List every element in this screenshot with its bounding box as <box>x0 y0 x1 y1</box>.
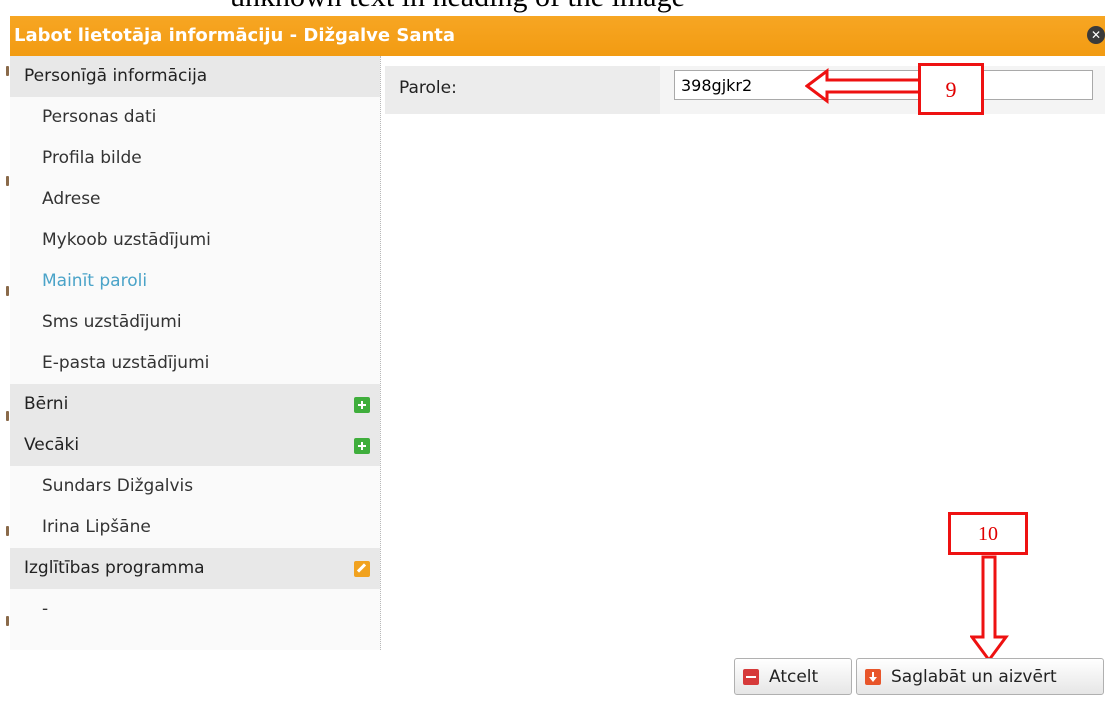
callout-9-label: 9 <box>945 77 957 102</box>
sidebar-item-label: Personas dati <box>42 107 157 127</box>
sidebar-item-label: - <box>42 599 49 619</box>
callout-10: 10 <box>948 512 1028 555</box>
password-label: Parole: <box>399 78 457 98</box>
edit-program-icon[interactable] <box>354 561 370 577</box>
section-label: Personīgā informācija <box>24 66 208 86</box>
sidebar-item-label: Irina Lipšāne <box>42 517 151 537</box>
sidebar-item-mykoob-settings[interactable]: Mykoob uzstādījumi <box>10 220 380 261</box>
section-label: Izglītības programma <box>24 558 205 578</box>
dialog-titlebar: Labot lietotāja informāciju - Dižgalve S… <box>10 16 1105 56</box>
sidebar-item-label: E-pasta uzstādījumi <box>42 353 210 373</box>
sidebar-item-change-password[interactable]: Mainīt paroli <box>10 261 380 302</box>
save-and-close-label: Saglabāt un aizvērt <box>891 667 1057 687</box>
section-parents[interactable]: Vecāki <box>10 425 380 466</box>
sidebar-item-label: Profila bilde <box>42 148 142 168</box>
sidebar-item-email-settings[interactable]: E-pasta uzstādījumi <box>10 343 380 384</box>
callout-10-label: 10 <box>978 523 998 545</box>
sidebar-item-label: Sms uzstādījumi <box>42 312 182 332</box>
callout-arrow-10 <box>970 555 1009 663</box>
add-child-plus-icon[interactable] <box>354 397 370 413</box>
sidebar-item-parent[interactable]: Sundars Dižgalvis <box>10 466 380 507</box>
save-download-icon <box>865 669 881 685</box>
section-label: Bērni <box>24 394 69 414</box>
close-icon[interactable]: ✕ <box>1087 26 1105 44</box>
section-children[interactable]: Bērni <box>10 384 380 425</box>
sidebar-item-label: Mainīt paroli <box>42 271 148 291</box>
sidebar-item-parent[interactable]: Irina Lipšāne <box>10 507 380 548</box>
sidebar-item-adrese[interactable]: Adrese <box>10 179 380 220</box>
sidebar-item-label: Sundars Dižgalvis <box>42 476 194 496</box>
sidebar-item-program: - <box>10 589 380 630</box>
sidebar-item-sms-settings[interactable]: Sms uzstādījumi <box>10 302 380 343</box>
cancel-button[interactable]: Atcelt <box>734 658 852 695</box>
section-label: Vecāki <box>24 435 80 455</box>
save-and-close-button[interactable]: Saglabāt un aizvērt <box>856 658 1104 695</box>
sidebar-item-personas-dati[interactable]: Personas dati <box>10 97 380 138</box>
document-heading-text: unknown text in heading of the image <box>230 0 685 14</box>
dialog-title: Labot lietotāja informāciju - Dižgalve S… <box>14 25 456 46</box>
sidebar-item-profila-bilde[interactable]: Profila bilde <box>10 138 380 179</box>
callout-9: 9 <box>918 63 984 115</box>
background-edge <box>0 56 10 702</box>
sidebar-item-label: Adrese <box>42 189 101 209</box>
section-personal-info[interactable]: Personīgā informācija <box>10 56 380 97</box>
sidebar: Personīgā informācija Personas dati Prof… <box>10 56 381 650</box>
add-parent-plus-icon[interactable] <box>354 438 370 454</box>
sidebar-item-label: Mykoob uzstādījumi <box>42 230 211 250</box>
callout-arrow-9 <box>805 68 929 104</box>
section-education-program[interactable]: Izglītības programma <box>10 548 380 589</box>
minus-icon <box>743 669 759 685</box>
cancel-button-label: Atcelt <box>769 667 819 687</box>
password-form-row: Parole: <box>385 66 1105 114</box>
